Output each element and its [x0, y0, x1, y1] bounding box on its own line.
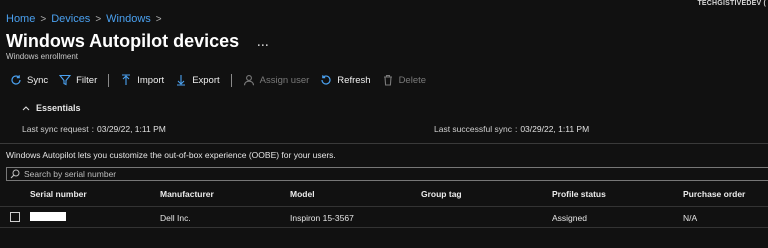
refresh-label: Refresh	[337, 74, 371, 86]
delete-button[interactable]: Delete	[382, 74, 426, 86]
search-icon	[10, 169, 20, 179]
command-bar: Sync Filter Import Export Assign user Re…	[10, 72, 437, 88]
sync-button[interactable]: Sync	[10, 74, 48, 86]
last-successful-sync: Last successful sync:03/29/22, 1:11 PM	[434, 124, 589, 134]
section-divider	[0, 143, 768, 144]
filter-button[interactable]: Filter	[59, 74, 97, 86]
sync-icon	[10, 74, 22, 86]
page-description: Windows Autopilot lets you customize the…	[6, 150, 336, 160]
serial-number-redacted	[30, 212, 66, 221]
export-button[interactable]: Export	[175, 74, 220, 86]
search-placeholder: Search by serial number	[24, 169, 117, 179]
column-profile-status[interactable]: Profile status	[552, 189, 606, 199]
import-label: Import	[137, 74, 165, 86]
toolbar-divider	[230, 73, 232, 87]
breadcrumb-devices[interactable]: Devices	[51, 13, 90, 25]
column-serial-number[interactable]: Serial number	[30, 189, 87, 199]
chevron-up-icon	[22, 105, 30, 111]
export-icon	[175, 74, 187, 86]
column-group-tag[interactable]: Group tag	[421, 189, 462, 199]
assign-user-label: Assign user	[259, 74, 310, 86]
import-icon	[120, 74, 132, 86]
page-title-row: Windows Autopilot devices ...	[6, 31, 269, 52]
essentials-toggle[interactable]: Essentials	[22, 103, 81, 113]
cell-model: Inspiron 15-3567	[290, 213, 354, 223]
page-title: Windows Autopilot devices	[6, 31, 240, 51]
last-sync-request-value: 03/29/22, 1:11 PM	[97, 124, 166, 134]
breadcrumb-home[interactable]: Home	[6, 13, 35, 25]
last-successful-sync-value: 03/29/22, 1:11 PM	[520, 124, 590, 134]
search-box[interactable]: Search by serial number	[6, 167, 768, 181]
delete-label: Delete	[398, 74, 427, 86]
trash-icon	[382, 74, 394, 86]
column-purchase-order[interactable]: Purchase order	[683, 189, 745, 199]
last-successful-sync-label: Last successful sync	[434, 124, 512, 134]
page-subtitle: Windows enrollment	[6, 52, 79, 61]
column-manufacturer[interactable]: Manufacturer	[160, 189, 214, 199]
row-checkbox[interactable]	[10, 212, 20, 222]
refresh-icon	[320, 74, 332, 86]
sync-label: Sync	[27, 74, 49, 86]
refresh-button[interactable]: Refresh	[320, 74, 371, 86]
breadcrumb-separator: >	[40, 13, 47, 25]
last-sync-request-label: Last sync request	[22, 124, 89, 134]
cell-profile-status: Assigned	[552, 213, 587, 223]
breadcrumb: Home > Devices > Windows >	[6, 13, 167, 25]
table-row[interactable]: Dell Inc. Inspiron 15-3567 Assigned N/A	[0, 206, 768, 228]
filter-label: Filter	[76, 74, 98, 86]
essentials-label: Essentials	[36, 103, 81, 113]
cell-purchase-order: N/A	[683, 213, 698, 223]
export-label: Export	[192, 74, 220, 86]
column-model[interactable]: Model	[290, 189, 315, 199]
more-options-button[interactable]: ...	[257, 37, 269, 49]
breadcrumb-separator: >	[95, 13, 102, 25]
toolbar-divider	[108, 73, 110, 87]
colon: :	[514, 124, 518, 134]
import-button[interactable]: Import	[120, 74, 164, 86]
breadcrumb-windows[interactable]: Windows	[106, 13, 151, 25]
filter-icon	[59, 74, 72, 86]
person-icon	[243, 74, 255, 86]
last-sync-request: Last sync request:03/29/22, 1:11 PM	[22, 124, 166, 134]
breadcrumb-separator: >	[155, 13, 162, 25]
cell-manufacturer: Dell Inc.	[160, 213, 191, 223]
account-name[interactable]: TECHGISTIVEDEV (	[697, 0, 766, 7]
table-header: Serial number Manufacturer Model Group t…	[0, 184, 768, 204]
colon: :	[91, 124, 94, 134]
assign-user-button[interactable]: Assign user	[243, 74, 310, 86]
